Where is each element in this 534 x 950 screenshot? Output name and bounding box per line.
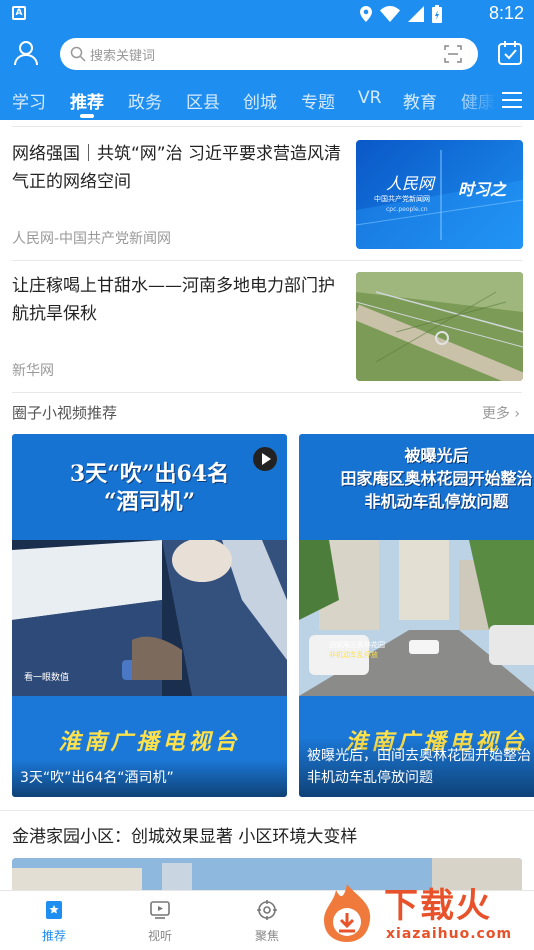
app-notification-icon: A <box>12 6 26 20</box>
news-thumbnail <box>356 272 523 381</box>
news-item[interactable]: 让庄稼喝上甘甜水——河南多地电力部门护航抗旱保秋 新华网 <box>0 252 534 382</box>
watermark-title: 下载火 <box>384 886 492 926</box>
video-card[interactable]: 3天“吹”出64名 “酒司机” 看一眼数值 淮南广播电视台 3天“吹”出64名“… <box>12 434 287 797</box>
search-placeholder: 搜索关键词 <box>90 49 156 64</box>
news-source: 新华网 <box>12 363 54 379</box>
video-headline: 被曝光后 田家庵区奥林花园开始整治 非机动车乱停放问题 <box>299 444 534 513</box>
video-headline-line: “酒司机” <box>103 489 196 515</box>
header-row: 搜索关键词 <box>0 36 534 72</box>
nav-focus[interactable]: 聚焦 <box>237 899 297 944</box>
station-logo-text: 淮南广播电视台 <box>58 729 241 755</box>
tab-recommend[interactable]: 推荐 <box>70 88 104 113</box>
section-title: 圈子小视频推荐 <box>12 404 118 422</box>
status-time: 8:12 <box>488 3 524 23</box>
video-headline-line: 田家庵区奥林花园开始整治 <box>340 469 533 488</box>
video-headline-line: 被曝光后 <box>404 446 469 465</box>
star-bookmark-icon <box>46 901 62 919</box>
news-item[interactable]: 网络强国｜共筑“网”治 习近平要求营造风清气正的网络空间 人民网-中国共产党新闻… <box>0 120 534 250</box>
user-icon[interactable] <box>12 39 40 67</box>
status-bar: A 8:12 <box>0 0 534 28</box>
search-icon <box>70 46 86 62</box>
tab-fade <box>456 82 496 120</box>
scan-icon[interactable] <box>444 45 462 63</box>
checkin-calendar-icon[interactable] <box>496 39 524 67</box>
video-photo: 田家庵区奥林花园 非机动车乱停放 <box>299 540 534 696</box>
thumbnail-tag-text: 时习之 <box>458 180 507 199</box>
tv-play-icon <box>150 901 170 919</box>
flame-logo-icon <box>324 884 371 942</box>
video-card[interactable]: 被曝光后 田家庵区奥林花园开始整治 非机动车乱停放问题 田家庵区奥林花园 非机动… <box>299 434 534 797</box>
video-photo: 看一眼数值 <box>12 540 287 696</box>
active-tab-indicator <box>80 114 94 118</box>
tab-vr[interactable]: VR <box>358 88 381 108</box>
tab-topics[interactable]: 专题 <box>301 88 335 113</box>
news-title[interactable]: 金港家园小区：创城效果显著 小区环境大变样 <box>12 822 357 847</box>
nav-label: 视听 <box>147 929 172 943</box>
news-title: 让庄稼喝上甘甜水——河南多地电力部门护航抗旱保秋 <box>12 276 335 324</box>
video-headline-line: 3天“吹”出64名 <box>69 461 230 487</box>
thumbnail-logo-text: 人民网 <box>386 174 435 193</box>
watermark: 下载火 xiazaihuo.com <box>314 878 534 950</box>
field-irrigation-image <box>356 272 523 381</box>
photo-sign-text: 非机动车乱停放 <box>329 651 378 659</box>
divider <box>0 810 534 811</box>
tab-districts[interactable]: 区县 <box>186 88 220 113</box>
status-icons <box>360 5 442 23</box>
thumbnail-url-text: cpc.people.cn <box>386 206 428 213</box>
play-icon[interactable] <box>253 447 277 471</box>
video-headline: 3天“吹”出64名 “酒司机” <box>12 460 287 516</box>
tab-education[interactable]: 教育 <box>403 88 437 113</box>
more-link[interactable]: 更多 › <box>482 403 520 423</box>
news-thumbnail: 人民网 中国共产党新闻网 cpc.people.cn 时习之 <box>356 140 523 249</box>
video-caption: 被曝光后，田间去奥林花园开始整治非机动车乱停放问题 <box>299 737 534 797</box>
tab-learn[interactable]: 学习 <box>12 88 46 113</box>
tab-government[interactable]: 政务 <box>128 88 162 113</box>
location-icon <box>360 6 372 22</box>
feed: 网络强国｜共筑“网”治 习近平要求营造风清气正的网络空间 人民网-中国共产党新闻… <box>0 120 534 890</box>
thumbnail-sub-text: 中国共产党新闻网 <box>374 195 430 203</box>
nav-label: 聚焦 <box>254 929 279 943</box>
nav-recommend[interactable]: 推荐 <box>24 899 84 944</box>
channel-tabs: 学习 推荐 政务 区县 创城 专题 VR 教育 健康 <box>0 82 534 120</box>
target-icon <box>257 900 277 920</box>
menu-icon[interactable] <box>502 91 522 109</box>
more-label: 更多 <box>481 406 510 422</box>
chevron-right-icon: › <box>509 406 520 422</box>
nav-label: 推荐 <box>41 929 66 943</box>
photo-sign-text: 田家庵区奥林花园 <box>329 641 385 649</box>
video-caption: 3天“吹”出64名“酒司机” <box>12 759 287 797</box>
watermark-url: xiazaihuo.com <box>386 926 513 942</box>
battery-icon <box>432 5 442 23</box>
search-input[interactable]: 搜索关键词 <box>60 38 478 70</box>
news-title: 网络强国｜共筑“网”治 习近平要求营造风清气正的网络空间 <box>12 144 342 192</box>
nav-audiovisual[interactable]: 视听 <box>130 899 190 944</box>
photo-caption-text: 看一眼数值 <box>24 673 70 683</box>
video-headline-line: 非机动车乱停放问题 <box>364 492 509 511</box>
tab-civilized-city[interactable]: 创城 <box>243 88 277 113</box>
signal-icon <box>408 6 424 22</box>
video-section-header: 圈子小视频推荐 更多 › <box>0 402 534 424</box>
news-source: 人民网-中国共产党新闻网 <box>12 231 172 247</box>
wifi-icon <box>380 6 400 22</box>
divider <box>12 392 522 393</box>
